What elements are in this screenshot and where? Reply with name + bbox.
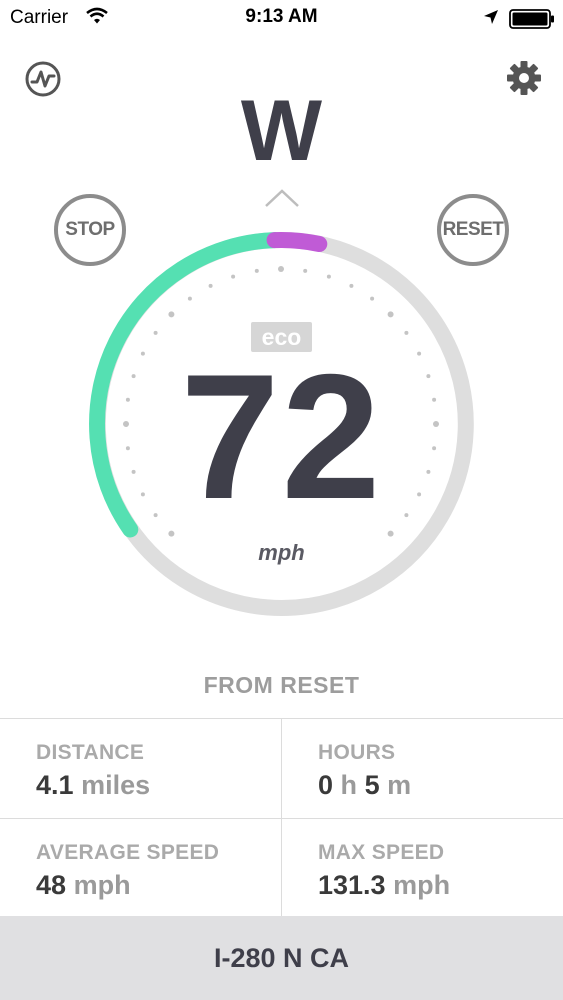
stat-value: 131.3 mph bbox=[318, 870, 450, 901]
average-speed-unit: mph bbox=[73, 870, 131, 900]
minutes-unit: m bbox=[387, 770, 412, 800]
gauge-tick bbox=[208, 283, 213, 288]
gauge-tick bbox=[370, 296, 375, 301]
gauge-tick bbox=[153, 330, 158, 335]
current-speed: 72 bbox=[180, 337, 383, 536]
minutes-value: 5 bbox=[364, 770, 380, 800]
gauge-tick bbox=[187, 296, 192, 301]
gauge-tick bbox=[303, 268, 308, 273]
stat-value: 0 h 5 m bbox=[318, 770, 411, 801]
gauge-tick bbox=[254, 268, 259, 273]
stats-grid: DISTANCE 4.1 miles HOURS 0 h 5 m AVERAGE… bbox=[0, 718, 563, 917]
distance-unit: miles bbox=[81, 770, 151, 800]
stat-label: HOURS bbox=[318, 741, 396, 764]
gauge-tick bbox=[387, 530, 394, 537]
stat-distance: DISTANCE 4.1 miles bbox=[0, 719, 281, 818]
gauge-tick bbox=[404, 330, 409, 335]
gauge-over-arc bbox=[266, 232, 328, 252]
distance-value: 4.1 bbox=[36, 770, 74, 800]
speed-unit: mph bbox=[258, 540, 305, 565]
stat-value: 48 mph bbox=[36, 870, 131, 901]
hours-unit: h bbox=[340, 770, 358, 800]
stat-hours: HOURS 0 h 5 m bbox=[281, 719, 563, 818]
stat-max-speed: MAX SPEED 131.3 mph bbox=[281, 818, 563, 917]
stat-average-speed: AVERAGE SPEED 48 mph bbox=[0, 818, 281, 917]
gauge-tick bbox=[349, 283, 354, 288]
gauge-tick bbox=[326, 274, 331, 279]
stat-value: 4.1 miles bbox=[36, 770, 150, 801]
gauge-tick bbox=[278, 266, 284, 272]
average-speed-value: 48 bbox=[36, 870, 67, 900]
stats-title: FROM RESET bbox=[203, 672, 360, 698]
gauge-tick bbox=[168, 311, 175, 318]
stat-label: DISTANCE bbox=[36, 741, 145, 764]
max-speed-unit: mph bbox=[393, 870, 451, 900]
stat-label: AVERAGE SPEED bbox=[36, 841, 220, 864]
current-road: I-280 N CA bbox=[0, 916, 563, 1000]
stat-label: MAX SPEED bbox=[318, 841, 445, 864]
gauge-tick bbox=[231, 274, 236, 279]
gauge-tick bbox=[168, 530, 175, 537]
max-speed-value: 131.3 bbox=[318, 870, 386, 900]
gauge-tick bbox=[387, 311, 394, 318]
hours-value: 0 bbox=[318, 770, 334, 800]
